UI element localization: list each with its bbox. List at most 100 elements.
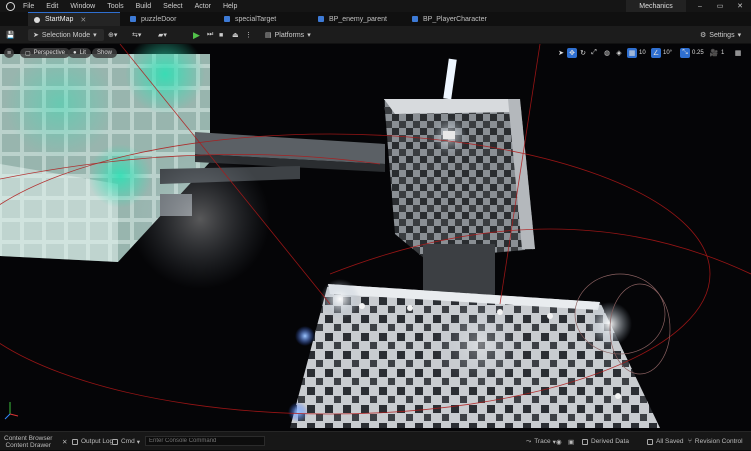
show-label: Show [97, 50, 113, 56]
lit-button[interactable]: ● Lit [68, 48, 91, 58]
eject-button[interactable]: ⏏ [232, 29, 239, 41]
content-browser-close-icon[interactable]: ✕ [62, 432, 67, 451]
tab-puzzledoor[interactable]: puzzleDoor [124, 12, 216, 26]
gear-icon: ⚙ [700, 32, 707, 39]
lower-platform [288, 279, 660, 428]
central-tower [384, 58, 535, 299]
select-arrow-icon: ➤ [33, 32, 39, 39]
lit-icon: ● [73, 50, 77, 56]
camera-icon: ▢ [25, 50, 31, 57]
level-viewport[interactable]: ≡ ▢ Perspective ● Lit Show ➤ ✥ ↻ ⤢ ◍ ◈ ▦… [0, 44, 751, 431]
tab-close-icon[interactable]: ✕ [80, 16, 86, 24]
menu-tools[interactable]: Tools [101, 3, 129, 10]
maximize-icon[interactable]: ▭ [710, 0, 730, 12]
revision-control-label: Revision Control [694, 438, 743, 445]
close-icon[interactable]: ✕ [730, 0, 750, 12]
tab-label: StartMap [45, 16, 74, 23]
trace-button[interactable]: ⤳ Trace ▾ [526, 432, 556, 451]
rotation-snap-value[interactable]: 10° [663, 48, 672, 58]
blueprint-icon [130, 16, 136, 22]
all-saved-label: All Saved [656, 438, 684, 445]
tab-bp-playercharacter[interactable]: BP_PlayerCharacter [406, 12, 506, 26]
scene-render [0, 44, 751, 428]
main-toolbar: 💾 ➤ Selection Mode ▾ ⊕▾ ⇆▾ ▰▾ ▶ ⏭ ■ ⏏ ⋮ … [0, 26, 751, 44]
menu-bar: File Edit Window Tools Build Select Acto… [0, 0, 751, 12]
chevron-down-icon: ▾ [307, 32, 311, 39]
derived-data-label: Derived Data [591, 438, 629, 445]
play-next-button[interactable]: ⏭ [207, 29, 213, 41]
tab-label: BP_PlayerCharacter [423, 15, 487, 23]
all-saved-button[interactable]: All Saved [647, 432, 683, 451]
chevron-down-icon: ▾ [136, 438, 140, 446]
grid-snap-icon[interactable]: ▦ [627, 48, 637, 58]
revision-control-button[interactable]: ⑂ Revision Control [688, 432, 743, 451]
cmd-label: Cmd [121, 438, 135, 445]
platforms-dropdown[interactable]: ▤ Platforms ▾ [265, 29, 311, 41]
derived-data-icon [582, 438, 588, 445]
menu-select[interactable]: Select [157, 3, 188, 10]
blueprint-icon [224, 16, 230, 22]
console-icon [112, 438, 118, 445]
camera-speed-value[interactable]: 1 [721, 48, 724, 58]
status-bar: Content Browser Content Drawer ✕ Output … [0, 431, 751, 450]
world-local-icon[interactable]: ◍ [602, 48, 612, 58]
platforms-label: Platforms [274, 31, 305, 39]
scale-snap-icon[interactable]: ⤡ [680, 48, 690, 58]
settings-dropdown[interactable]: ⚙ Settings ▾ [700, 29, 741, 41]
rotation-snap-icon[interactable]: ∠ [651, 48, 661, 58]
translate-icon[interactable]: ✥ [567, 48, 577, 58]
save-status-icon [647, 438, 653, 445]
project-name: Mechanics [626, 0, 686, 12]
tab-startmap[interactable]: StartMap ✕ [28, 12, 120, 26]
scale-snap-value[interactable]: 0.25 [692, 48, 704, 58]
level-icon [34, 16, 40, 23]
blueprint-icon [318, 16, 324, 22]
blueprint-button[interactable]: ⇆▾ [132, 29, 141, 41]
grid-snap-value[interactable]: 10 [639, 48, 646, 58]
menu-build[interactable]: Build [130, 3, 158, 10]
stop-button[interactable]: ■ [219, 29, 223, 41]
play-button[interactable]: ▶ [193, 29, 200, 41]
lit-label: Lit [79, 50, 86, 56]
cinematics-button[interactable]: ▰▾ [158, 29, 167, 41]
revision-control-icon: ⑂ [688, 438, 692, 445]
content-drawer-label: Content Drawer [5, 441, 51, 449]
camera-capture-icon[interactable]: ▣ [568, 432, 574, 451]
blueprint-icon [412, 16, 418, 22]
menu-actor[interactable]: Actor [189, 3, 217, 10]
rotate-icon[interactable]: ↻ [578, 48, 588, 58]
more-options-icon[interactable]: ⋮ [245, 29, 252, 41]
cmd-dropdown[interactable]: Cmd ▾ [112, 432, 140, 451]
scale-icon[interactable]: ⤢ [589, 48, 599, 58]
surface-snap-icon[interactable]: ◈ [614, 48, 624, 58]
perspective-button[interactable]: ▢ Perspective [20, 48, 71, 58]
tab-bp-enemy-parent[interactable]: BP_enemy_parent [312, 12, 404, 26]
derived-data-button[interactable]: Derived Data [582, 432, 629, 451]
tab-bar: StartMap ✕ puzzleDoor specialTarget BP_e… [0, 12, 751, 26]
tab-label: specialTarget [235, 15, 277, 23]
menu-window[interactable]: Window [64, 3, 101, 10]
add-actor-button[interactable]: ⊕▾ [108, 29, 117, 41]
axis-gizmo [4, 402, 19, 420]
tab-specialtarget[interactable]: specialTarget [218, 12, 310, 26]
tab-label: BP_enemy_parent [329, 15, 387, 23]
camera-speed-icon[interactable]: 🎥 [709, 48, 719, 58]
menu-file[interactable]: File [17, 3, 40, 10]
menu-edit[interactable]: Edit [40, 3, 64, 10]
select-mode-icon[interactable]: ➤ [556, 48, 566, 58]
save-icon[interactable]: 💾 [6, 29, 15, 41]
output-log-label: Output Log [81, 438, 114, 445]
show-button[interactable]: Show [92, 48, 118, 58]
output-log-button[interactable]: Output Log [72, 432, 113, 451]
record-icon[interactable]: ◉ [556, 432, 562, 451]
minimize-icon[interactable]: – [690, 0, 710, 12]
settings-label: Settings [709, 31, 735, 39]
selection-mode-label: Selection Mode [41, 31, 91, 39]
selection-mode-dropdown[interactable]: ➤ Selection Mode ▾ [28, 29, 104, 41]
console-input[interactable] [145, 436, 265, 446]
content-drawer-button[interactable]: Content Browser Content Drawer [4, 432, 52, 451]
unreal-logo-icon[interactable] [3, 0, 17, 12]
hamburger-icon[interactable]: ≡ [4, 48, 14, 58]
menu-help[interactable]: Help [217, 3, 243, 10]
maximize-viewport-icon[interactable]: ▦ [733, 48, 743, 58]
